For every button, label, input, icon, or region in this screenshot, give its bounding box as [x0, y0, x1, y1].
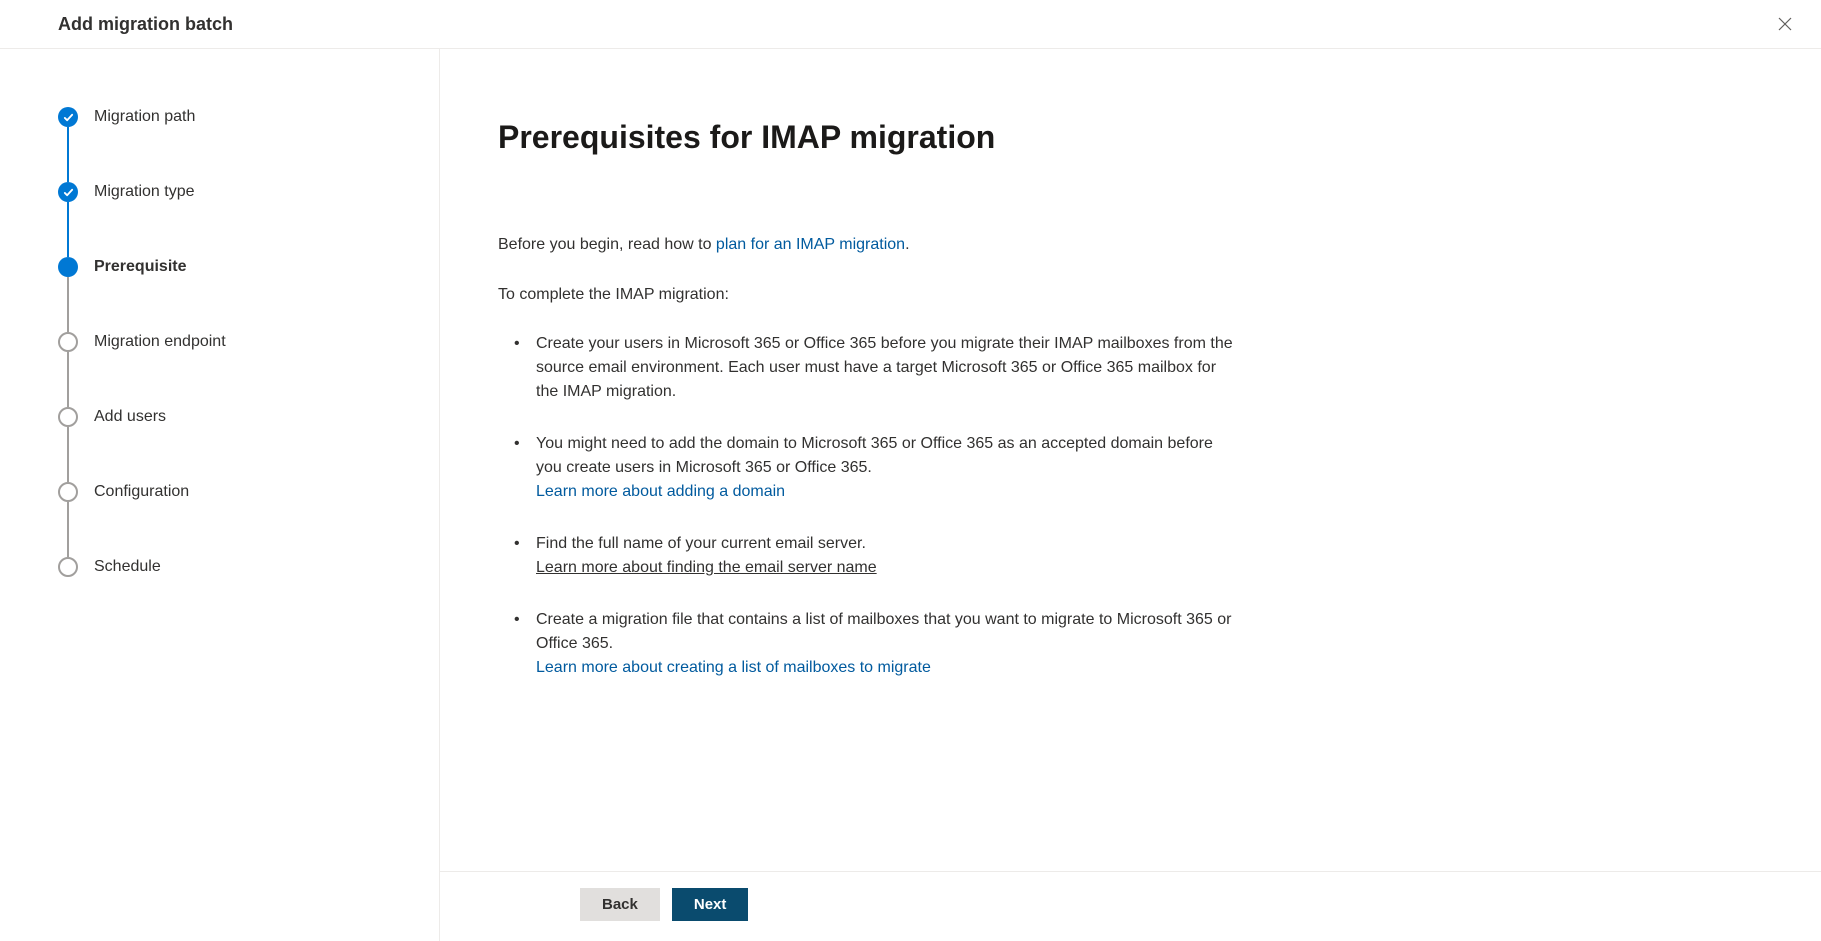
content-title: Prerequisites for IMAP migration — [498, 119, 1242, 156]
step-migration-path[interactable]: Migration path — [58, 107, 381, 127]
intro-text: Before you begin, read how to plan for a… — [498, 236, 1242, 254]
next-button[interactable]: Next — [672, 888, 749, 921]
wizard-step-list: Migration path Migration type Prerequisi… — [58, 107, 381, 577]
step-label: Prerequisite — [94, 258, 186, 276]
dialog-body: Migration path Migration type Prerequisi… — [0, 49, 1821, 941]
step-label: Configuration — [94, 483, 189, 501]
step-indicator-pending — [58, 557, 78, 577]
check-icon — [63, 187, 74, 198]
step-label: Migration endpoint — [94, 333, 226, 351]
step-prerequisite[interactable]: Prerequisite — [58, 257, 381, 277]
step-indicator-pending — [58, 482, 78, 502]
intro-prefix: Before you begin, read how to — [498, 236, 716, 253]
wizard-sidebar: Migration path Migration type Prerequisi… — [0, 49, 440, 941]
prerequisite-item: Create your users in Microsoft 365 or Of… — [536, 332, 1242, 404]
content-area: Prerequisites for IMAP migration Before … — [440, 49, 1821, 941]
step-connector — [67, 427, 69, 482]
dialog-title: Add migration batch — [58, 14, 233, 35]
step-label: Add users — [94, 408, 166, 426]
step-label: Migration path — [94, 108, 195, 126]
plan-imap-migration-link[interactable]: plan for an IMAP migration — [716, 236, 905, 253]
step-configuration[interactable]: Configuration — [58, 482, 381, 502]
close-button[interactable] — [1773, 12, 1797, 36]
step-indicator-completed — [58, 182, 78, 202]
close-icon — [1777, 16, 1793, 32]
step-connector — [67, 502, 69, 557]
step-migration-type[interactable]: Migration type — [58, 182, 381, 202]
bullet-text: Create your users in Microsoft 365 or Of… — [536, 335, 1233, 400]
dialog-footer: Back Next — [440, 871, 1821, 941]
section-label: To complete the IMAP migration: — [498, 286, 1242, 304]
step-migration-endpoint[interactable]: Migration endpoint — [58, 332, 381, 352]
prerequisites-list: Create your users in Microsoft 365 or Of… — [498, 332, 1242, 680]
back-button[interactable]: Back — [580, 888, 660, 921]
step-label: Migration type — [94, 183, 195, 201]
prerequisite-item: You might need to add the domain to Micr… — [536, 432, 1242, 504]
step-indicator-current — [58, 257, 78, 277]
check-icon — [63, 112, 74, 123]
prerequisite-item: Find the full name of your current email… — [536, 532, 1242, 580]
step-connector — [67, 352, 69, 407]
step-label: Schedule — [94, 558, 161, 576]
step-indicator-pending — [58, 407, 78, 427]
step-connector — [67, 202, 69, 257]
step-indicator-pending — [58, 332, 78, 352]
dialog-header: Add migration batch — [0, 0, 1821, 49]
learn-more-mailbox-list-link[interactable]: Learn more about creating a list of mail… — [536, 659, 931, 676]
content-main: Prerequisites for IMAP migration Before … — [440, 49, 1300, 871]
step-connector — [67, 277, 69, 332]
step-connector — [67, 127, 69, 182]
bullet-text: You might need to add the domain to Micr… — [536, 435, 1213, 476]
step-add-users[interactable]: Add users — [58, 407, 381, 427]
step-schedule[interactable]: Schedule — [58, 557, 381, 577]
step-indicator-completed — [58, 107, 78, 127]
bullet-text: Create a migration file that contains a … — [536, 611, 1231, 652]
learn-more-adding-domain-link[interactable]: Learn more about adding a domain — [536, 483, 785, 500]
intro-suffix: . — [905, 236, 909, 253]
prerequisite-item: Create a migration file that contains a … — [536, 608, 1242, 680]
bullet-text: Find the full name of your current email… — [536, 535, 866, 552]
learn-more-email-server-link[interactable]: Learn more about finding the email serve… — [536, 559, 877, 576]
